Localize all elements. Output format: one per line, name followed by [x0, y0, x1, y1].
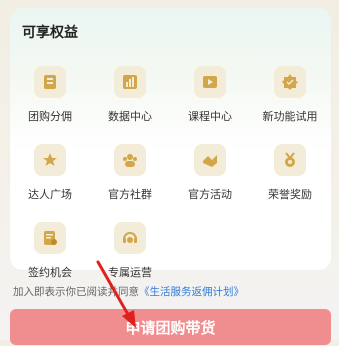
section-title: 可享权益 — [22, 25, 78, 41]
benefit-label: 签约机会 — [28, 266, 72, 279]
group-commission-icon — [34, 66, 66, 98]
benefit-label: 课程中心 — [188, 110, 232, 123]
benefit-label: 荣誉奖励 — [268, 188, 312, 201]
dedicated-operation-icon — [114, 222, 146, 254]
official-community-icon — [114, 144, 146, 176]
course-center-icon — [194, 66, 226, 98]
benefit-official-activity[interactable]: 官方活动 — [170, 144, 250, 202]
benefit-group-commission[interactable]: 团购分佣 — [10, 66, 90, 124]
benefit-label: 达人广场 — [28, 188, 72, 201]
benefit-honor-award[interactable]: 荣誉奖励 — [250, 144, 330, 202]
honor-award-icon — [274, 144, 306, 176]
benefit-label: 团购分佣 — [28, 110, 72, 123]
benefit-new-feature-trial[interactable]: 新功能试用 — [250, 66, 330, 124]
benefit-creator-square[interactable]: 达人广场 — [10, 144, 90, 202]
benefit-label: 官方社群 — [108, 188, 152, 201]
contract-opportunity-icon — [34, 222, 66, 254]
benefit-data-center[interactable]: 数据中心 — [90, 66, 170, 124]
benefit-label: 官方活动 — [188, 188, 232, 201]
benefits-card: 可享权益 团购分佣 数据中心 课程中心 新功能试用 达人广场 官方社群 官方活动… — [10, 8, 331, 279]
benefit-contract-opportunity[interactable]: 签约机会 — [10, 222, 90, 280]
creator-square-icon — [34, 144, 66, 176]
official-activity-icon — [194, 144, 226, 176]
red-arrow-annotation — [96, 260, 136, 328]
benefit-course-center[interactable]: 课程中心 — [170, 66, 250, 124]
benefit-label: 新功能试用 — [262, 110, 318, 123]
new-feature-trial-icon — [274, 66, 306, 98]
benefit-label: 数据中心 — [108, 110, 152, 123]
benefit-official-community[interactable]: 官方社群 — [90, 144, 170, 202]
agreement-link[interactable]: 《生活服务返佣计划》 — [139, 286, 244, 298]
data-center-icon — [114, 66, 146, 98]
